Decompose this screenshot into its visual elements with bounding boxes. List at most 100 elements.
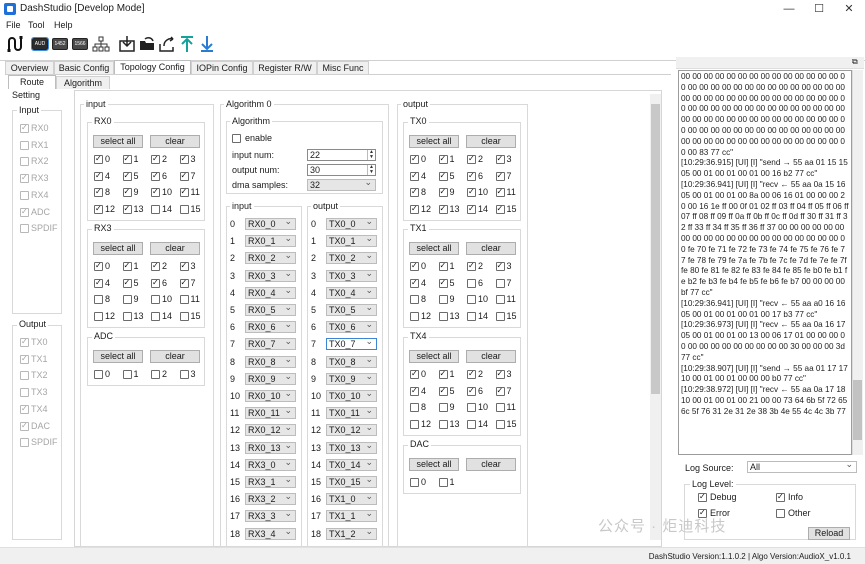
input-route-select[interactable]: RX0_12 xyxy=(245,422,296,437)
output-route-select[interactable]: TX0_5 xyxy=(326,302,377,316)
channel-checkbox[interactable] xyxy=(151,311,160,321)
output-route-select[interactable]: TX0_6 xyxy=(326,319,377,334)
channel-checkbox[interactable] xyxy=(151,187,160,197)
input-route-select[interactable]: RX3_0 xyxy=(245,457,296,471)
output-num-spinbox[interactable]: 30 ▲ ▼ xyxy=(307,164,376,176)
channel-checkbox[interactable] xyxy=(410,478,419,487)
input-route-select[interactable]: RX0_11 xyxy=(245,405,296,420)
channel-checkbox[interactable] xyxy=(179,154,189,164)
channel-checkbox[interactable] xyxy=(467,204,476,214)
input-route-select[interactable]: RX0_7 xyxy=(245,336,296,351)
clear-button[interactable]: clear xyxy=(150,135,200,148)
channel-checkbox[interactable] xyxy=(495,171,505,181)
clear-button[interactable]: clear xyxy=(150,242,200,255)
maximize-button[interactable]: ☐ xyxy=(804,0,834,19)
channel-checkbox[interactable] xyxy=(179,204,189,214)
enable-checkbox[interactable] xyxy=(232,134,241,143)
input-route-select[interactable]: RX0_2 xyxy=(245,250,296,265)
input-route-select[interactable]: RX0_10 xyxy=(245,388,296,402)
log-level-checkbox[interactable] xyxy=(776,492,785,502)
input-route-select[interactable]: RX0_5 xyxy=(245,302,296,316)
input-route-select[interactable]: RX0_9 xyxy=(245,371,296,385)
channel-checkbox[interactable] xyxy=(495,419,505,429)
channel-checkbox[interactable] xyxy=(438,386,448,396)
tab-misc-func[interactable]: Misc Func xyxy=(317,61,369,74)
channel-checkbox[interactable] xyxy=(410,154,419,164)
channel-checkbox[interactable] xyxy=(467,369,476,379)
setting-output-checkbox[interactable] xyxy=(20,438,29,448)
minimize-button[interactable]: — xyxy=(774,0,804,19)
tab-basic-config[interactable]: Basic Config xyxy=(54,61,114,74)
channel-checkbox[interactable] xyxy=(410,403,419,412)
upload-icon[interactable] xyxy=(178,35,196,53)
channel-checkbox[interactable] xyxy=(410,187,419,197)
channel-checkbox[interactable] xyxy=(467,311,476,321)
channel-checkbox[interactable] xyxy=(122,154,132,164)
setting-input-checkbox[interactable] xyxy=(20,207,29,217)
channel-checkbox[interactable] xyxy=(151,204,160,214)
output-route-select[interactable]: TX0_13 xyxy=(326,440,377,454)
clear-button[interactable]: clear xyxy=(466,458,516,471)
input-route-select[interactable]: RX0_4 xyxy=(245,285,296,299)
connect-icon[interactable] xyxy=(6,35,24,53)
download-icon[interactable] xyxy=(198,35,216,53)
select-all-button[interactable]: select all xyxy=(409,458,459,471)
channel-checkbox[interactable] xyxy=(410,311,419,321)
select-all-button[interactable]: select all xyxy=(409,350,459,363)
chip-1566-icon[interactable]: 1566 xyxy=(72,38,88,50)
log-view[interactable]: 00 00 00 00 00 00 00 00 00 00 00 00 00 0… xyxy=(678,70,852,455)
log-source-select[interactable]: All xyxy=(747,459,857,473)
channel-checkbox[interactable] xyxy=(410,261,419,271)
output-route-select[interactable]: TX1_0 xyxy=(326,491,377,506)
output-route-select[interactable]: TX0_11 xyxy=(326,405,377,420)
output-route-select[interactable]: TX0_2 xyxy=(326,250,377,265)
clear-button[interactable]: clear xyxy=(150,350,200,363)
channel-checkbox[interactable] xyxy=(495,204,505,214)
dma-samples-select[interactable]: 32 xyxy=(307,177,376,191)
setting-input-checkbox[interactable] xyxy=(20,190,29,200)
channel-checkbox[interactable] xyxy=(495,311,505,321)
channel-checkbox[interactable] xyxy=(438,478,448,487)
channel-checkbox[interactable] xyxy=(495,154,505,164)
channel-checkbox[interactable] xyxy=(410,278,419,288)
channel-checkbox[interactable] xyxy=(495,187,505,197)
channel-checkbox[interactable] xyxy=(179,311,189,321)
output-route-select[interactable]: TX0_15 xyxy=(326,474,377,488)
channel-checkbox[interactable] xyxy=(94,154,103,164)
open-icon[interactable] xyxy=(138,35,156,53)
subtab-route[interactable]: Route xyxy=(8,75,56,89)
tab-register-rw[interactable]: Register R/W xyxy=(253,61,317,74)
channel-checkbox[interactable] xyxy=(179,370,189,379)
channel-checkbox[interactable] xyxy=(122,187,132,197)
close-button[interactable]: ✕ xyxy=(834,0,864,19)
menu-help[interactable]: Help xyxy=(54,20,73,30)
tab-topology-config[interactable]: Topology Config xyxy=(114,60,191,74)
channel-checkbox[interactable] xyxy=(495,278,505,288)
output-route-select[interactable]: TX0_1 xyxy=(326,233,377,248)
channel-checkbox[interactable] xyxy=(495,261,505,271)
output-route-select[interactable]: TX0_9 xyxy=(326,371,377,385)
output-route-select[interactable]: TX1_2 xyxy=(326,526,377,540)
main-scrollbar-thumb[interactable] xyxy=(651,104,660,394)
channel-checkbox[interactable] xyxy=(151,370,160,379)
chip-1452-icon[interactable]: 1452 xyxy=(52,38,68,50)
channel-checkbox[interactable] xyxy=(438,187,448,197)
channel-checkbox[interactable] xyxy=(410,171,419,181)
channel-checkbox[interactable] xyxy=(179,278,189,288)
reload-button[interactable]: Reload xyxy=(808,527,850,540)
channel-checkbox[interactable] xyxy=(495,369,505,379)
channel-checkbox[interactable] xyxy=(438,419,448,429)
channel-checkbox[interactable] xyxy=(94,261,103,271)
input-route-select[interactable]: RX0_1 xyxy=(245,233,296,248)
clear-button[interactable]: clear xyxy=(466,350,516,363)
channel-checkbox[interactable] xyxy=(151,295,160,304)
undock-icon[interactable]: ⧉ xyxy=(852,57,858,67)
log-level-checkbox[interactable] xyxy=(776,509,785,518)
channel-checkbox[interactable] xyxy=(438,204,448,214)
channel-checkbox[interactable] xyxy=(438,171,448,181)
menu-file[interactable]: File xyxy=(6,20,21,30)
output-route-select[interactable]: TX0_8 xyxy=(326,354,377,368)
channel-checkbox[interactable] xyxy=(94,171,103,181)
channel-checkbox[interactable] xyxy=(122,295,132,304)
import-icon[interactable] xyxy=(118,35,136,53)
